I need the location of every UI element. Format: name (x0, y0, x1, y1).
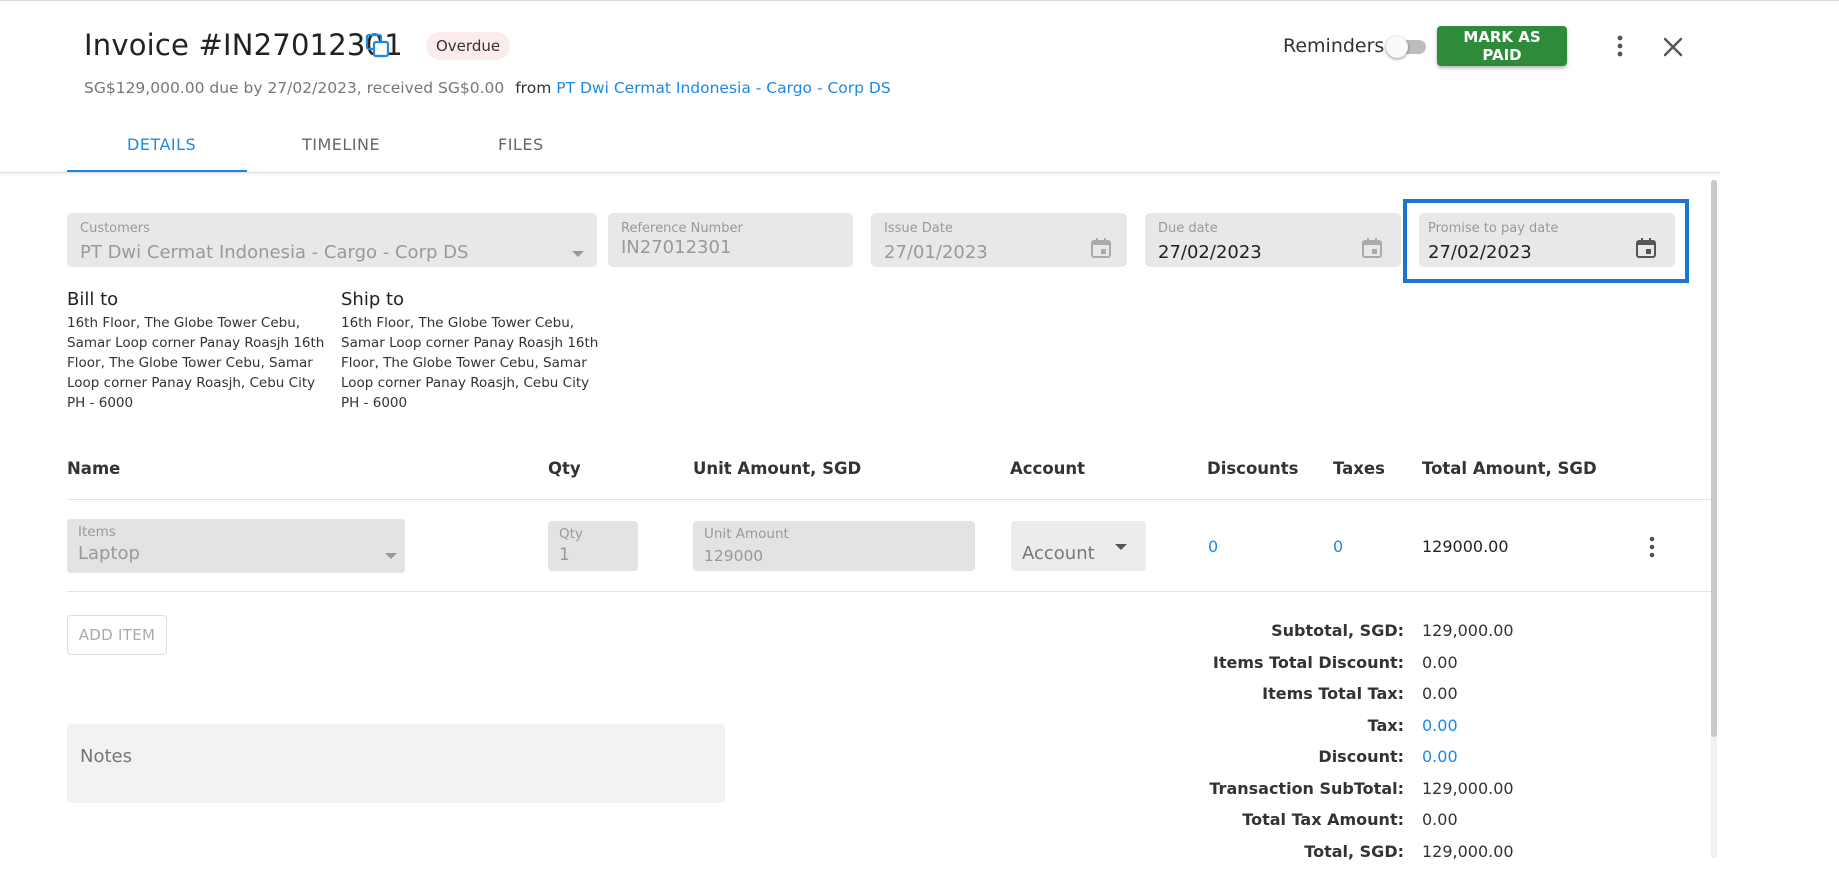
tax-link[interactable]: 0.00 (1422, 716, 1458, 735)
tabs-divider (0, 172, 1720, 173)
customers-select[interactable]: Customers PT Dwi Cermat Indonesia - Carg… (67, 213, 597, 267)
issue-date-value: 27/01/2023 (884, 242, 988, 263)
promise-date-label: Promise to pay date (1428, 221, 1559, 236)
due-date-label: Due date (1158, 221, 1218, 236)
taxes-link[interactable]: 0 (1333, 537, 1343, 556)
column-taxes: Taxes (1333, 459, 1385, 478)
column-unit-amount: Unit Amount, SGD (693, 459, 862, 478)
column-total-amount: Total Amount, SGD (1422, 459, 1597, 478)
row-total-amount: 129000.00 (1422, 537, 1509, 556)
unit-amount-label: Unit Amount (704, 526, 789, 542)
account-select[interactable]: Account (1011, 521, 1146, 571)
bill-to-address: 16th Floor, The Globe Tower Cebu, Samar … (67, 315, 325, 411)
qty-label: Qty (559, 526, 583, 542)
notes-field[interactable]: Notes (67, 724, 725, 803)
due-date-field[interactable]: Due date 27/02/2023 (1145, 213, 1401, 267)
customers-value: PT Dwi Cermat Indonesia - Cargo - Corp D… (80, 242, 469, 263)
items-total-discount-value: 0.00 (1422, 653, 1458, 672)
chevron-down-icon (572, 251, 584, 257)
ship-to-title: Ship to (341, 289, 405, 310)
table-row-divider (67, 591, 1713, 592)
row-more-options-icon[interactable] (1643, 534, 1661, 560)
reminders-label: Reminders (1283, 35, 1385, 57)
calendar-icon[interactable] (1635, 237, 1657, 259)
reference-value: IN27012301 (621, 237, 732, 258)
calendar-icon[interactable] (1090, 237, 1112, 259)
ship-to-address: 16th Floor, The Globe Tower Cebu, Samar … (341, 315, 599, 411)
tab-files[interactable]: FILES (498, 135, 544, 154)
subtotal-value: 129,000.00 (1422, 621, 1514, 640)
transaction-subtotal-value: 129,000.00 (1422, 779, 1514, 798)
item-select[interactable]: Items Laptop (67, 519, 405, 573)
column-name: Name (67, 459, 121, 478)
bill-to-title: Bill to (67, 289, 119, 310)
qty-value: 1 (559, 545, 570, 565)
column-discounts: Discounts (1207, 459, 1299, 478)
column-qty: Qty (548, 459, 581, 478)
total-tax-amount-value: 0.00 (1422, 810, 1458, 829)
items-total-tax-value: 0.00 (1422, 684, 1458, 703)
scrollbar[interactable] (1711, 180, 1717, 858)
total-label: Total, SGD: (1304, 842, 1404, 861)
customers-label: Customers (80, 221, 150, 236)
due-date-value: 27/02/2023 (1158, 242, 1262, 263)
close-icon[interactable] (1660, 34, 1686, 60)
column-account: Account (1010, 459, 1086, 478)
issue-date-field[interactable]: Issue Date 27/01/2023 (871, 213, 1127, 267)
transaction-subtotal-label: Transaction SubTotal: (1209, 779, 1404, 798)
mark-as-paid-button[interactable]: MARK AS PAID (1437, 26, 1567, 66)
reminders-toggle[interactable] (1386, 36, 1426, 58)
scrollbar-thumb[interactable] (1711, 180, 1717, 737)
subtotal-label: Subtotal, SGD: (1271, 621, 1404, 640)
status-badge: Overdue (426, 32, 511, 60)
qty-field[interactable]: Qty 1 (548, 521, 638, 571)
item-value: Laptop (78, 543, 140, 564)
items-total-discount-label: Items Total Discount: (1212, 653, 1404, 672)
tab-details[interactable]: DETAILS (127, 135, 196, 154)
reference-number-field[interactable]: Reference Number IN27012301 (608, 213, 853, 267)
invoice-summary: SG$129,000.00 due by 27/02/2023, receive… (84, 79, 891, 97)
items-total-tax-label: Items Total Tax: (1262, 684, 1404, 703)
table-header-divider (67, 499, 1713, 500)
add-item-button[interactable]: ADD ITEM (67, 615, 167, 655)
toggle-knob (1386, 36, 1408, 58)
unit-amount-value: 129000 (704, 547, 764, 565)
promise-date-value: 27/02/2023 (1428, 242, 1532, 263)
tab-timeline[interactable]: TIMELINE (302, 135, 380, 154)
notes-placeholder: Notes (80, 746, 132, 767)
customer-link[interactable]: PT Dwi Cermat Indonesia - Cargo - Corp D… (556, 79, 890, 97)
chevron-down-icon (385, 553, 397, 559)
issue-date-label: Issue Date (884, 221, 953, 236)
discount-label: Discount: (1318, 747, 1404, 766)
discounts-link[interactable]: 0 (1208, 537, 1218, 556)
total-tax-amount-label: Total Tax Amount: (1242, 810, 1404, 829)
top-border (0, 0, 1839, 1)
from-label: from (515, 79, 552, 97)
discount-link[interactable]: 0.00 (1422, 747, 1458, 766)
more-options-icon[interactable] (1610, 33, 1630, 59)
items-label: Items (78, 524, 116, 540)
chevron-down-icon (1115, 544, 1127, 550)
summary-text: SG$129,000.00 due by 27/02/2023, receive… (84, 79, 505, 97)
copy-icon[interactable] (365, 33, 391, 59)
reference-label: Reference Number (621, 221, 743, 236)
promise-to-pay-date-field[interactable]: Promise to pay date 27/02/2023 (1419, 213, 1675, 267)
unit-amount-field[interactable]: Unit Amount 129000 (693, 521, 975, 571)
account-placeholder: Account (1022, 543, 1095, 564)
invoice-title: Invoice #IN27012301 (84, 28, 403, 62)
tax-label: Tax: (1367, 716, 1404, 735)
total-value: 129,000.00 (1422, 842, 1514, 861)
calendar-icon[interactable] (1361, 237, 1383, 259)
